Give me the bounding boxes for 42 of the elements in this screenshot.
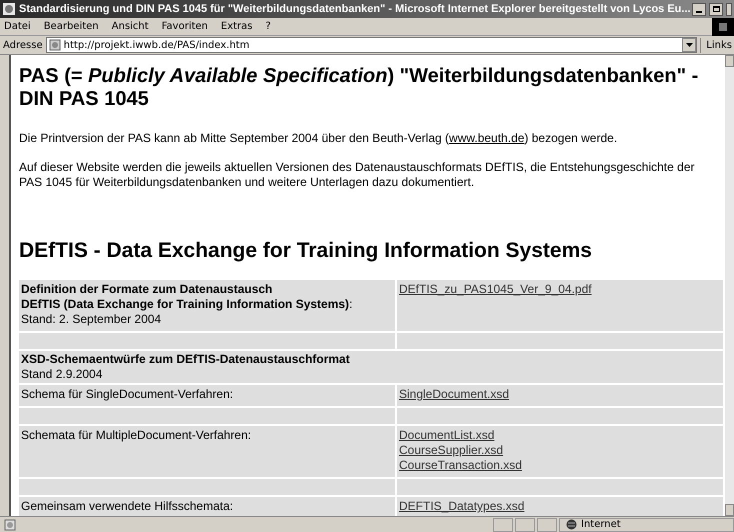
file-link[interactable]: CourseTransaction.xsd — [399, 458, 522, 473]
file-link[interactable]: CourseSupplier.xsd — [399, 443, 504, 458]
globe-icon — [566, 519, 577, 530]
cell-text: Schema für SingleDocument-Verfahren: — [21, 387, 234, 402]
address-label: Adresse — [3, 38, 43, 52]
minimize-button[interactable] — [692, 2, 706, 16]
address-field[interactable]: http://projekt.iwwb.de/PAS/index.htm — [46, 37, 698, 53]
paragraph: Auf dieser Website werden die jeweils aktuellen Versionen des Datenaustauschformats DEfTIS, die Entstehungsgeschichte der PAS 1045 für Weiterbildungsdatenbanken und weitere Unterlagen dazu dokumentiert. — [19, 160, 696, 190]
maximize-button[interactable] — [709, 2, 723, 16]
url-text: http://projekt.iwwb.de/PAS/index.htm — [64, 38, 250, 52]
page-icon — [4, 518, 16, 530]
menu-item[interactable]: Bearbeiten — [44, 19, 99, 34]
caret-icon — [686, 43, 693, 47]
file-link[interactable]: DocumentList.xsd — [399, 428, 494, 443]
file-link[interactable]: SingleDocument.xsd — [399, 387, 510, 402]
file-link[interactable]: DEfTIS_zu_PAS1045_Ver_9_04.pdf — [399, 282, 592, 297]
web-link[interactable]: www.beuth.de — [449, 131, 524, 145]
menu-item[interactable]: ? — [266, 19, 271, 34]
menu-item[interactable]: Datei — [4, 19, 31, 34]
file-link[interactable]: DEFTIS_Datatypes.xsd — [399, 499, 524, 514]
menu-item[interactable]: Ansicht — [112, 19, 149, 34]
section-heading: DEfTIS - Data Exchange for Training Information Systems — [19, 238, 593, 264]
cell-text: Gemeinsam verwendete Hilfsschemata: — [21, 499, 234, 514]
cell-text: Stand 2.9.2004 — [21, 367, 104, 382]
paragraph: Die Printversion der PAS kann ab Mitte September 2004 über den Beuth-Verlag (www.beuth.de) bezogen werde. — [19, 131, 618, 146]
menu-item[interactable]: Extras — [220, 19, 252, 34]
menu-item[interactable]: Favoriten — [162, 19, 208, 34]
dropdown-button[interactable] — [682, 38, 696, 52]
cell-text: XSD-Schemaentwürfe zum DEfTIS-Datenaustauschformat — [21, 352, 351, 367]
cell-text: Stand: 2. September 2004 — [21, 312, 162, 327]
window-title: Standardisierung und DIN PAS 1045 für "Weiterbildungsdatenbanken" - Microsoft Internet Explorer bereitgestellt von Lycos Eu... — [19, 2, 689, 17]
cell-text: DEfTIS (Data Exchange for Training Information Systems): — [21, 297, 354, 312]
status-pane — [493, 518, 513, 532]
status-pane — [515, 518, 535, 532]
cell-text: Schemata für MultipleDocument-Verfahren: — [21, 428, 252, 443]
links-label[interactable]: Links — [700, 38, 734, 52]
browser-icon — [2, 2, 16, 16]
page-heading: PAS (= Publicly Available Specification) "Weiterbildungsdatenbanken" - DIN PAS 1045 — [19, 65, 700, 111]
zone-label: Internet — [581, 518, 621, 532]
status-pane — [537, 518, 557, 532]
page-icon — [48, 39, 61, 51]
cell-text: Definition der Formate zum Datenaustausch — [21, 282, 274, 297]
